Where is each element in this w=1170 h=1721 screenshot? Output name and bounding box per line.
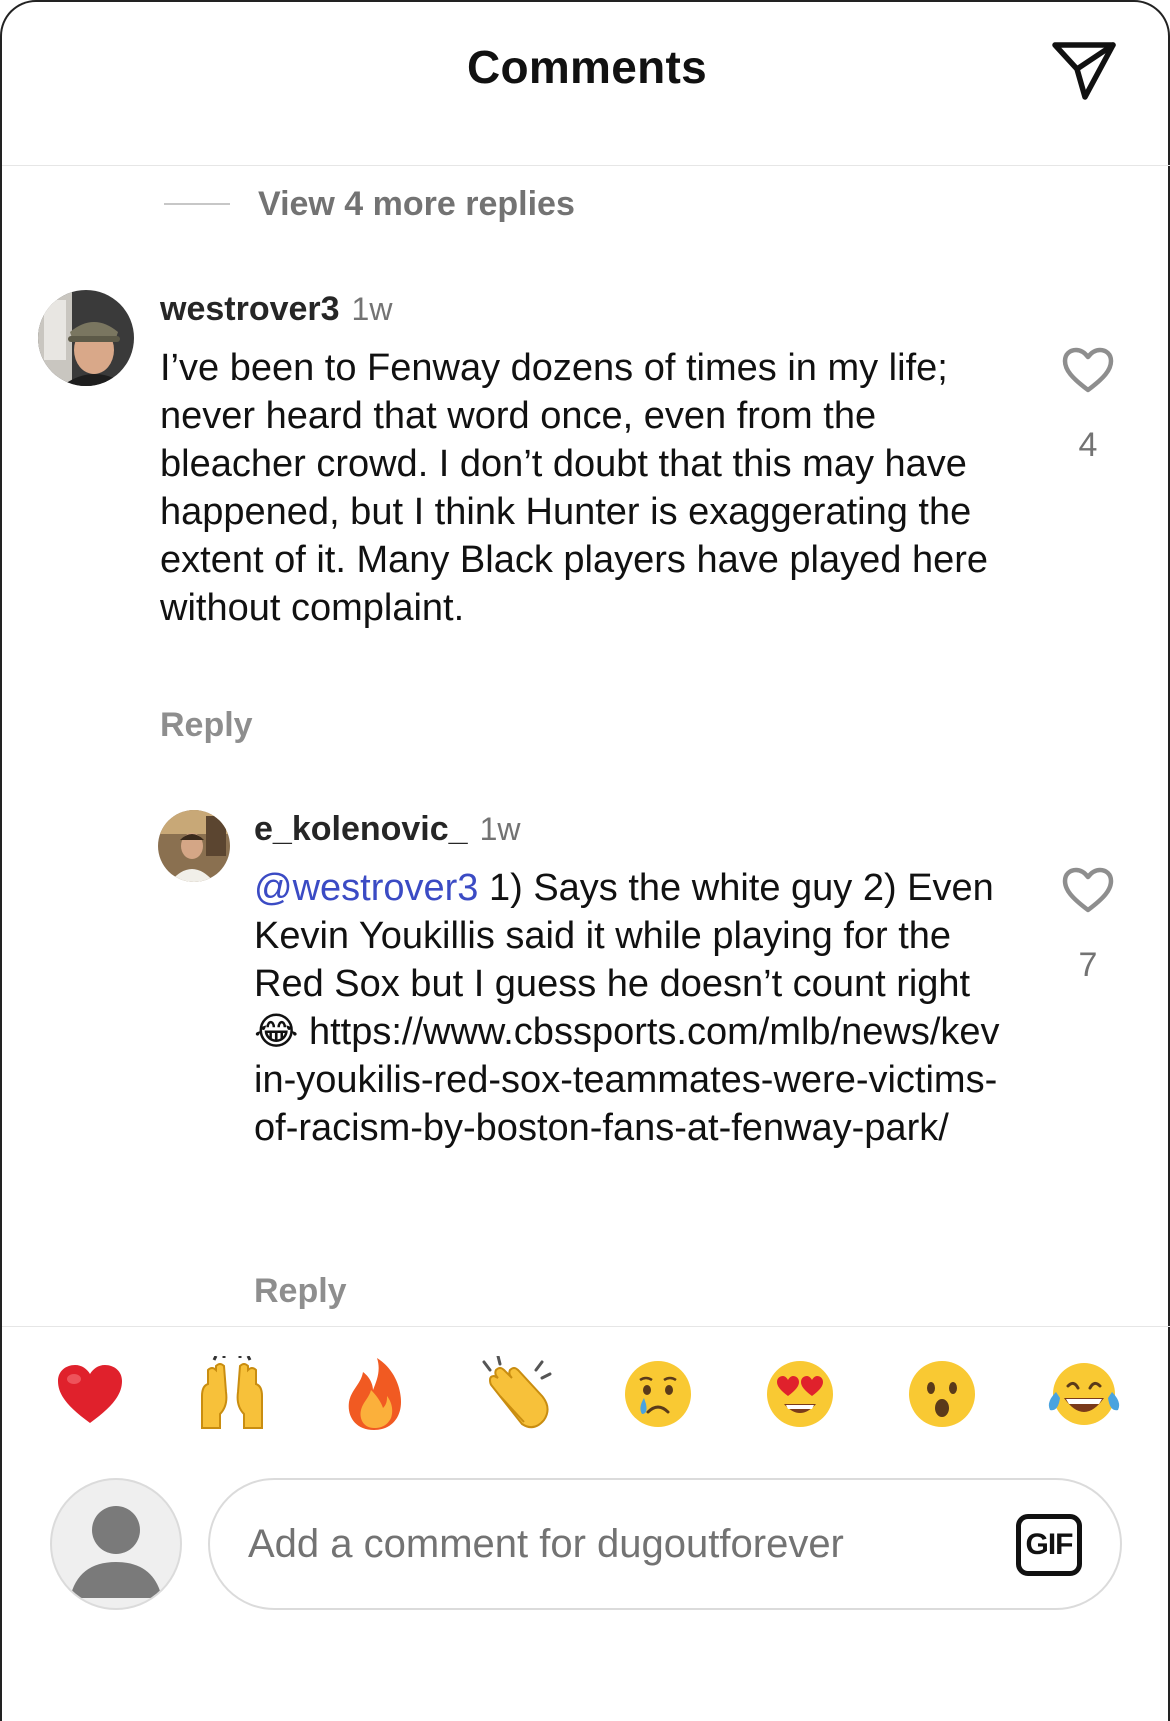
like-count: 4 — [1078, 426, 1098, 464]
like-button[interactable] — [1058, 340, 1118, 400]
comment-text: I’ve been to Fenway dozens of times in m… — [160, 347, 989, 629]
comment-input-placeholder: Add a comment for dugoutforever — [248, 1521, 844, 1566]
default-profile-icon — [70, 1506, 162, 1598]
paper-plane-icon — [1052, 42, 1116, 100]
avatar[interactable] — [38, 290, 134, 386]
heart-eyes-emoji[interactable] — [760, 1354, 840, 1434]
page-title: Comments — [466, 41, 708, 93]
divider-line — [164, 203, 230, 205]
mention-link[interactable]: @westrover3 — [254, 867, 478, 909]
heart-outline-icon — [1062, 867, 1114, 913]
timestamp: 1w — [479, 811, 521, 847]
comment-header: westrover3 1w — [160, 290, 392, 329]
like-button[interactable] — [1058, 860, 1118, 920]
clapping-hands-emoji[interactable] — [476, 1354, 556, 1434]
raising-hands-emoji[interactable] — [192, 1354, 272, 1434]
crying-face-emoji[interactable] — [618, 1354, 698, 1434]
fire-emoji[interactable] — [334, 1354, 414, 1434]
reply-button[interactable]: Reply — [160, 706, 253, 745]
comments-header: Comments — [2, 2, 1170, 166]
username[interactable]: e_kolenovic_ — [254, 810, 468, 849]
reply-button[interactable]: Reply — [254, 1272, 347, 1311]
comments-sheet: Comments View 4 more replies westrover3 … — [0, 0, 1170, 1721]
divider — [2, 1326, 1170, 1327]
gif-button[interactable]: GIF — [1016, 1514, 1082, 1576]
current-user-avatar — [50, 1478, 182, 1610]
view-more-replies-label: View 4 more replies — [258, 184, 575, 223]
tears-of-joy-emoji: 😂 — [254, 1011, 299, 1053]
quick-reactions-bar — [2, 1354, 1170, 1444]
username[interactable]: westrover3 — [160, 290, 340, 329]
heart-outline-icon — [1062, 347, 1114, 393]
red-heart-emoji[interactable] — [50, 1354, 130, 1434]
view-more-replies-button[interactable]: View 4 more replies — [164, 182, 575, 226]
avatar[interactable] — [158, 810, 230, 882]
comment-input[interactable]: Add a comment for dugoutforever GIF — [208, 1478, 1122, 1610]
share-button[interactable] — [1044, 30, 1124, 110]
comment-text: @westrover3 1) Says the white guy 2) Eve… — [254, 864, 1004, 1152]
tears-of-joy-emoji[interactable] — [1044, 1354, 1124, 1434]
timestamp: 1w — [351, 291, 393, 327]
comment-header: e_kolenovic_ 1w — [254, 810, 520, 849]
surprised-face-emoji[interactable] — [902, 1354, 982, 1434]
like-count: 7 — [1078, 946, 1098, 984]
comment-link[interactable]: https://www.cbssports.com/mlb/news/kevin… — [254, 1011, 1000, 1149]
